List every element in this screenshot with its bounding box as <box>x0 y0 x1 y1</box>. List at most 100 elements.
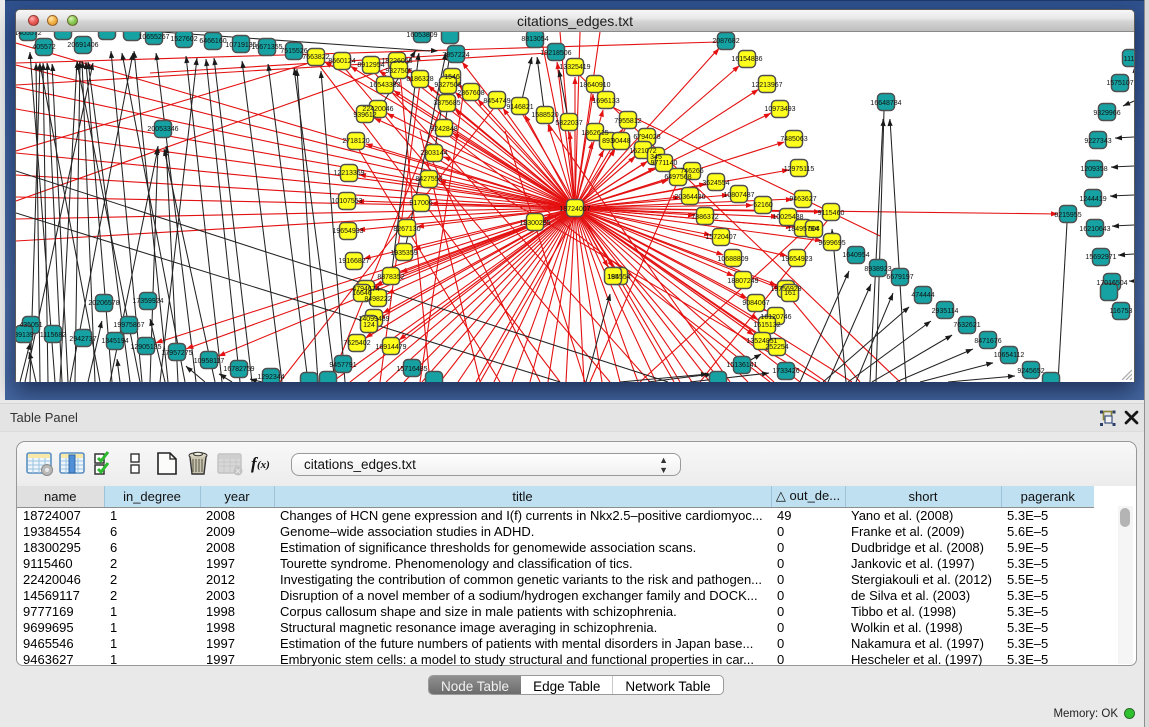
svg-text:195: 195 <box>607 274 619 281</box>
svg-text:8215955: 8215955 <box>1054 212 1081 219</box>
svg-text:12213967: 12213967 <box>751 82 782 89</box>
svg-text:6497568: 6497568 <box>664 174 691 181</box>
svg-text:1345194: 1345194 <box>101 338 128 345</box>
svg-text:15136141: 15136141 <box>726 362 757 369</box>
svg-text:19218506: 19218506 <box>540 50 571 57</box>
svg-text:19654933: 19654933 <box>332 228 363 235</box>
svg-text:7485063: 7485063 <box>780 136 807 143</box>
svg-text:7632621: 7632621 <box>953 322 980 329</box>
svg-text:1575107: 1575107 <box>1106 80 1133 87</box>
svg-text:16671355: 16671355 <box>251 44 282 51</box>
svg-text:1115682: 1115682 <box>40 332 66 339</box>
svg-text:2867608: 2867608 <box>457 90 484 97</box>
svg-text:474444: 474444 <box>911 292 934 299</box>
svg-text:12213369: 12213369 <box>333 170 364 177</box>
svg-text:7663822: 7663822 <box>302 54 329 61</box>
svg-text:8498222: 8498222 <box>364 296 391 303</box>
svg-text:19166827: 19166827 <box>338 258 369 265</box>
svg-text:18807249: 18807249 <box>727 278 758 285</box>
svg-text:9457791: 9457791 <box>329 362 356 369</box>
svg-text:3624554: 3624554 <box>702 180 729 187</box>
svg-text:16648784: 16648784 <box>870 100 901 107</box>
svg-text:1615132: 1615132 <box>753 322 780 329</box>
svg-text:3375685: 3375685 <box>433 100 460 107</box>
svg-text:10958117: 10958117 <box>194 358 225 365</box>
svg-text:15716485: 15716485 <box>396 366 427 373</box>
svg-text:1696133: 1696133 <box>592 98 619 105</box>
svg-text:13325419: 13325419 <box>559 64 590 71</box>
svg-text:16154836: 16154836 <box>731 56 762 63</box>
svg-text:18226058: 18226058 <box>381 58 412 65</box>
svg-text:1244419: 1244419 <box>1079 196 1106 203</box>
svg-text:6794028: 6794028 <box>633 134 660 141</box>
svg-text:252254: 252254 <box>765 344 788 351</box>
svg-text:9463627: 9463627 <box>789 196 816 203</box>
svg-text:405572: 405572 <box>32 44 55 51</box>
svg-text:39139: 39139 <box>16 332 34 339</box>
svg-text:(x): (x) <box>257 459 270 471</box>
svg-text:7857224: 7857224 <box>442 52 469 59</box>
svg-text:19975867: 19975867 <box>113 322 144 329</box>
svg-text:10025438: 10025438 <box>772 214 803 221</box>
svg-text:16914479: 16914479 <box>375 344 406 351</box>
svg-text:17016504: 17016504 <box>1096 280 1127 287</box>
svg-text:5822037: 5822037 <box>555 120 582 127</box>
svg-text:15692971: 15692971 <box>1085 254 1116 261</box>
svg-text:9327508: 9327508 <box>434 82 461 89</box>
svg-text:8938923: 8938923 <box>864 266 891 273</box>
svg-text:2718120: 2718120 <box>342 138 369 145</box>
svg-text:17957275: 17957275 <box>161 350 192 357</box>
svg-text:12975115: 12975115 <box>784 166 815 173</box>
svg-text:917006: 917006 <box>409 200 432 207</box>
svg-text:9146821: 9146821 <box>506 104 533 111</box>
svg-text:10807487: 10807487 <box>723 192 754 199</box>
svg-text:16210643: 16210643 <box>1079 226 1110 233</box>
svg-text:20691406: 20691406 <box>67 42 98 49</box>
svg-text:1209358: 1209358 <box>1080 166 1107 173</box>
svg-text:8471676: 8471676 <box>974 338 1001 345</box>
svg-text:90448: 90448 <box>611 138 631 145</box>
svg-text:8186328: 8186328 <box>406 76 433 83</box>
svg-text:10688809: 10688809 <box>717 256 748 263</box>
svg-text:9699695: 9699695 <box>818 240 845 247</box>
svg-text:9329966: 9329966 <box>1093 110 1120 117</box>
svg-text:18724007: 18724007 <box>559 206 590 213</box>
svg-text:16120746: 16120746 <box>760 314 791 321</box>
svg-text:10655267: 10655267 <box>138 34 169 41</box>
svg-text:1640954: 1640954 <box>842 252 869 259</box>
svg-text:1405572: 1405572 <box>16 32 42 37</box>
svg-text:18300295: 18300295 <box>519 220 550 227</box>
svg-text:17359924: 17359924 <box>132 298 163 305</box>
svg-text:1935359: 1935359 <box>390 250 417 257</box>
svg-text:9084067: 9084067 <box>742 300 769 307</box>
svg-text:16782759: 16782759 <box>223 366 254 373</box>
svg-text:6679197: 6679197 <box>886 274 913 281</box>
svg-text:1546: 1546 <box>444 74 460 81</box>
svg-text:116753: 116753 <box>1110 308 1133 315</box>
svg-text:8660124: 8660124 <box>328 58 355 65</box>
svg-text:10654112: 10654112 <box>994 352 1025 359</box>
svg-text:8427552: 8427552 <box>415 176 442 183</box>
svg-text:20206578: 20206578 <box>88 300 119 307</box>
svg-text:18640910: 18640910 <box>579 82 610 89</box>
svg-text:7625402: 7625402 <box>343 340 370 347</box>
svg-text:9242848: 9242848 <box>430 126 457 133</box>
svg-text:1527602: 1527602 <box>170 36 197 43</box>
svg-text:20364436: 20364436 <box>674 194 705 201</box>
svg-text:8267130: 8267130 <box>393 226 420 233</box>
svg-text:1733426: 1733426 <box>772 368 799 375</box>
svg-text:8813054: 8813054 <box>521 36 548 43</box>
svg-text:124: 124 <box>363 322 375 329</box>
svg-text:435051: 435051 <box>19 322 42 329</box>
svg-text:12905135: 12905135 <box>130 344 161 351</box>
svg-text:10107553: 10107553 <box>331 198 362 205</box>
svg-text:2803144: 2803144 <box>420 150 447 157</box>
svg-text:2935114: 2935114 <box>932 308 959 315</box>
svg-text:16646: 16646 <box>352 290 372 297</box>
svg-text:9771140: 9771140 <box>651 160 678 167</box>
svg-text:9227343: 9227343 <box>1084 138 1111 145</box>
svg-text:1362615: 1362615 <box>581 130 608 137</box>
svg-text:939612: 939612 <box>353 112 376 119</box>
svg-text:9245652: 9245652 <box>1017 368 1044 375</box>
svg-text:2087682: 2087682 <box>712 38 739 45</box>
